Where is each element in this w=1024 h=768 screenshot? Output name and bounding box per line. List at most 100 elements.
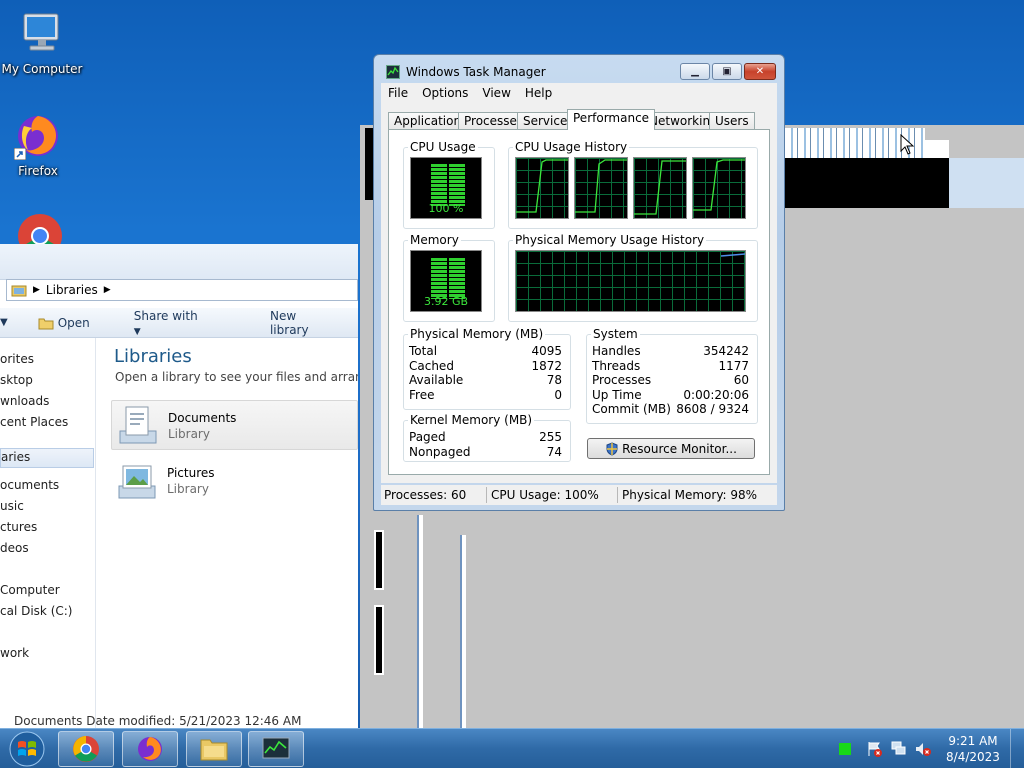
shortcut-arrow-icon <box>14 148 26 160</box>
taskbar-firefox-button[interactable] <box>122 731 178 767</box>
volume-muted-icon[interactable] <box>914 740 932 758</box>
computer-icon <box>18 10 66 58</box>
stat-row: Up Time 0:00:20:06 <box>592 388 749 402</box>
stat-row: Threads 1177 <box>592 359 749 373</box>
organize-chevron-icon[interactable]: ▼ <box>0 317 8 328</box>
nav-item[interactable]: work <box>0 646 29 660</box>
desktop-icon-label: My Computer <box>1 62 83 76</box>
group-label: Memory <box>408 233 461 247</box>
desktop-icon-firefox[interactable]: Firefox <box>0 112 80 178</box>
show-desktop-button[interactable] <box>1010 729 1024 768</box>
rendering-artifact <box>374 530 384 590</box>
menu-bar: File Options View Help <box>381 83 777 103</box>
taskbar-explorer-button[interactable] <box>186 731 242 767</box>
library-item-kind: Library <box>168 427 210 441</box>
task-manager-body: Applications Processes Services Performa… <box>381 103 777 483</box>
chrome-icon <box>73 736 99 762</box>
group-label: CPU Usage History <box>513 140 630 154</box>
open-folder-icon <box>38 318 54 329</box>
stat-row: Handles 354242 <box>592 344 749 358</box>
folder-icon <box>200 739 228 761</box>
uac-shield-icon <box>606 441 618 456</box>
open-button[interactable]: Open <box>38 316 112 330</box>
library-item-pictures[interactable]: Pictures Library <box>111 456 358 506</box>
taskbar-chrome-button[interactable] <box>58 731 114 767</box>
green-status-icon[interactable] <box>838 742 852 756</box>
task-manager-window[interactable]: Windows Task Manager ▁ ▣ ✕ File Options … <box>373 54 785 511</box>
nav-item[interactable]: sktop <box>0 373 33 387</box>
memory-history-line <box>720 253 746 257</box>
share-with-button[interactable]: Share with ▼ <box>134 309 248 337</box>
breadcrumb-separator-icon[interactable]: ▶ <box>33 285 40 295</box>
menu-view[interactable]: View <box>482 86 510 100</box>
rendering-artifact <box>460 535 466 728</box>
window-title-bar[interactable]: Windows Task Manager <box>386 65 546 79</box>
system-group: System Handles 354242 Threads 1177 Process… <box>586 327 758 424</box>
physical-memory-group: Physical Memory (MB) Total 4095 Cached 187… <box>403 327 571 410</box>
stat-row: Free 0 <box>409 388 562 402</box>
memory-group: Memory 3.92 GB <box>403 233 495 322</box>
group-label: System <box>591 327 640 341</box>
nav-item[interactable]: cent Places <box>0 415 68 429</box>
clock[interactable]: 9:21 AM 8/4/2023 <box>944 733 1002 765</box>
menu-help[interactable]: Help <box>525 86 552 100</box>
tab-users[interactable]: Users <box>709 112 755 130</box>
nav-item-libraries-selected[interactable]: aries <box>0 448 94 468</box>
stat-row: Paged 255 <box>409 430 562 444</box>
breadcrumb[interactable]: Libraries <box>46 283 98 297</box>
notification-area <box>838 729 948 768</box>
pictures-library-icon <box>118 465 156 499</box>
documents-library-icon <box>119 406 157 444</box>
memory-value: 3.92 GB <box>423 295 469 308</box>
rendering-artifact <box>374 605 384 675</box>
restore-button[interactable]: ▣ <box>712 63 742 80</box>
action-center-flag-icon[interactable] <box>866 740 884 758</box>
rendering-artifact <box>785 158 949 208</box>
menu-file[interactable]: File <box>388 86 408 100</box>
library-item-name: Documents <box>168 411 237 425</box>
cpu-core-graph <box>574 157 628 219</box>
nav-item[interactable]: ctures <box>0 520 37 534</box>
library-folder-icon <box>11 285 27 297</box>
tab-performance[interactable]: Performance <box>567 109 656 130</box>
nav-item[interactable]: cal Disk (C:) <box>0 604 72 618</box>
nav-item[interactable]: ocuments <box>0 478 59 492</box>
nav-item[interactable]: deos <box>0 541 29 555</box>
cpu-history-group: CPU Usage History <box>508 140 758 229</box>
explorer-window[interactable]: ▶ Libraries ▶ ▼ Open Share with ▼ New li… <box>0 244 358 728</box>
minimize-button[interactable]: ▁ <box>680 63 710 80</box>
firefox-icon <box>138 737 162 761</box>
restore-icon: ▣ <box>722 66 732 77</box>
command-bar: ▼ Open Share with ▼ New library <box>0 308 358 338</box>
breadcrumb-chevron-icon[interactable]: ▶ <box>104 285 111 295</box>
cpu-core-line <box>575 159 627 213</box>
library-item-documents[interactable]: Documents Library <box>111 400 358 450</box>
nav-item[interactable]: Computer <box>0 583 60 597</box>
cpu-usage-value: 100 % <box>428 202 464 215</box>
resource-monitor-button[interactable]: Resource Monitor... <box>587 438 755 459</box>
rendering-artifact <box>417 515 423 728</box>
kernel-memory-group: Kernel Memory (MB) Paged 255 Nonpaged 74 <box>403 413 571 462</box>
status-processes: Processes: 60 <box>381 487 487 503</box>
cpu-core-graph <box>692 157 746 219</box>
new-library-button[interactable]: New library <box>270 309 336 337</box>
menu-options[interactable]: Options <box>422 86 468 100</box>
address-bar[interactable]: ▶ Libraries ▶ <box>6 279 358 301</box>
taskbar-task-manager-button[interactable] <box>248 731 304 767</box>
chevron-down-icon: ▼ <box>133 326 141 337</box>
desktop-icon-my-computer[interactable]: My Computer <box>0 10 84 76</box>
memory-history-graph <box>515 250 746 312</box>
nav-item[interactable]: usic <box>0 499 24 513</box>
task-manager-icon <box>386 65 400 79</box>
clock-time: 9:21 AM <box>948 734 998 748</box>
close-button[interactable]: ✕ <box>744 63 776 80</box>
page-title: Libraries <box>114 346 192 367</box>
stat-row: Processes 60 <box>592 373 749 387</box>
nav-item[interactable]: wnloads <box>0 394 49 408</box>
network-icon[interactable] <box>890 740 908 758</box>
desktop-icon-label: Firefox <box>18 164 58 178</box>
start-button[interactable] <box>3 730 51 768</box>
stat-row: Cached 1872 <box>409 359 562 373</box>
nav-item[interactable]: orites <box>0 352 34 366</box>
firefox-icon <box>14 112 62 160</box>
